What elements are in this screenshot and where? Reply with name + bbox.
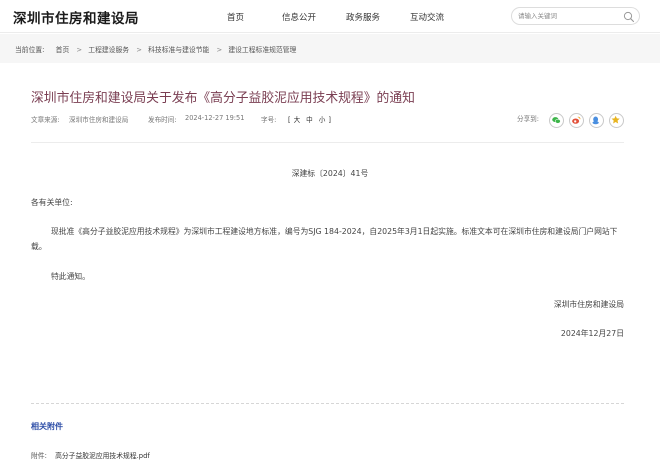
bracket-open: [ [288,116,291,124]
document-number: 深建标〔2024〕41号 [291,169,369,178]
wechat-share-icon[interactable] [549,113,564,128]
breadcrumb-label: 当前位置: [15,46,45,54]
attachment-file-link[interactable]: 高分子益胶泥应用技术规程.pdf [55,452,150,460]
breadcrumb: 当前位置: 首页 > 工程建设服务 > 科技标准与建设节能 > 建设工程标准规范… [15,44,299,54]
source-value: 深圳市住房和建设局 [69,116,129,124]
share-icons [549,113,629,129]
weibo-share-icon[interactable] [569,113,584,128]
breadcrumb-bar: 当前位置: 首页 > 工程建设服务 > 科技标准与建设节能 > 建设工程标准规范… [0,34,660,63]
fontsize-selector: [大中小] [288,114,331,124]
breadcrumb-item-home[interactable]: 首页 [56,46,70,54]
nav-item-interaction[interactable]: 互动交流 [410,11,444,23]
attachment-label: 附件: [31,452,47,460]
search-box [511,7,640,25]
time-label: 发布时间: [148,116,177,124]
share-label: 分享到: [517,115,540,123]
site-logo[interactable]: 深圳市住房和建设局 [13,7,139,27]
bracket-close: ] [328,116,331,124]
nav-item-home[interactable]: 首页 [227,11,244,23]
salutation: 各有关单位: [31,198,73,207]
attachment-divider [31,403,624,404]
attachments-title: 相关附件 [31,422,63,431]
fontsize-large-button[interactable]: 大 [294,116,301,124]
fontsize-small-button[interactable]: 小 [319,116,326,124]
article-body: 现批准《高分子益胶泥应用技术规程》为深圳市工程建设地方标准，编号为SJG 184… [31,227,618,251]
breadcrumb-separator: > [76,46,83,54]
attachment-row: 附件: 高分子益胶泥应用技术规程.pdf [31,450,150,460]
breadcrumb-item-engineering[interactable]: 工程建设服务 [88,46,129,54]
nav-item-info-disclosure[interactable]: 信息公开 [282,11,316,23]
signature-date: 2024年12月27日 [560,329,624,338]
signature-org: 深圳市住房和建设局 [553,300,624,309]
qq-share-icon[interactable] [589,113,604,128]
search-input[interactable] [518,10,623,22]
breadcrumb-separator: > [136,46,142,54]
site-header: 深圳市住房和建设局 首页 信息公开 政务服务 互动交流 [0,0,660,33]
breadcrumb-item-standards-mgmt[interactable]: 建设工程标准规范管理 [228,46,296,54]
favorite-star-icon[interactable] [609,113,624,128]
breadcrumb-separator: > [216,46,223,54]
fontsize-label: 字号: [261,116,277,124]
article-title: 深圳市住房和建设局关于发布《高分子益胶泥应用技术规程》的通知 [31,91,415,106]
time-value: 2024-12-27 19:51 [185,114,245,122]
nav-item-gov-services[interactable]: 政务服务 [346,11,380,23]
breadcrumb-item-tech-standards[interactable]: 科技标准与建设节能 [148,46,209,54]
title-divider [31,142,624,143]
source-label: 文章来源: [31,116,60,124]
search-icon[interactable] [623,11,635,23]
fontsize-medium-button[interactable]: 中 [306,116,313,124]
notice-text: 特此通知。 [51,272,90,281]
